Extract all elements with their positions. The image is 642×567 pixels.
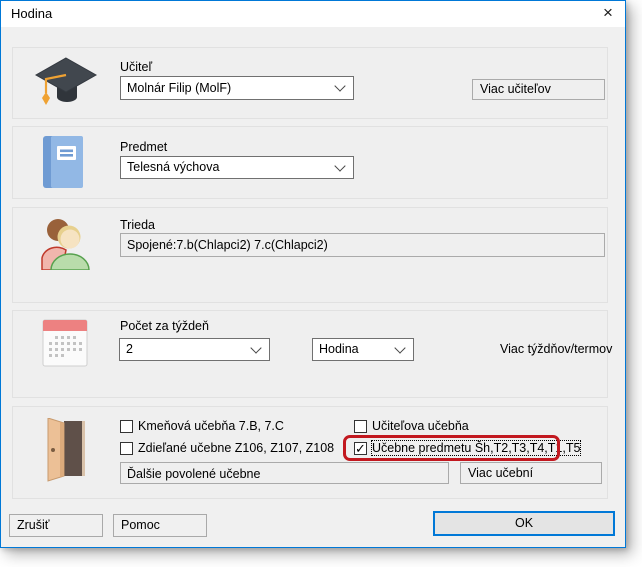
section-count: Počet za týždeň 2 Hodina Viac týždňov/te… bbox=[12, 310, 608, 398]
teacher-dropdown-value: Molnár Filip (MolF) bbox=[127, 77, 331, 99]
checkbox-ucitelova-ucebna[interactable]: Učiteľova učebňa bbox=[354, 419, 469, 433]
checkbox-ucebne-predmetu[interactable]: ✓ Učebne predmetu Šh,T2,T3,T4,T1,T5 bbox=[354, 441, 580, 455]
students-icon bbox=[39, 216, 91, 270]
teacher-label: Učiteľ bbox=[120, 60, 152, 74]
checkbox-box[interactable] bbox=[354, 420, 367, 433]
chevron-down-icon bbox=[334, 160, 345, 171]
checkbox-zdielane-ucebne[interactable]: Zdieľané učebne Z106, Z107, Z108 bbox=[120, 441, 334, 455]
book-icon bbox=[42, 135, 84, 189]
chevron-down-icon bbox=[250, 342, 261, 353]
class-field-value: Spojené:7.b(Chlapci2) 7.c(Chlapci2) bbox=[127, 234, 600, 256]
section-subject: Predmet Telesná výchova bbox=[12, 126, 608, 199]
teacher-dropdown[interactable]: Molnár Filip (MolF) bbox=[120, 76, 354, 100]
class-label: Trieda bbox=[120, 218, 155, 232]
graduation-cap-icon bbox=[33, 55, 99, 113]
checkbox-kmenova-ucebna[interactable]: Kmeňová učebňa 7.B, 7.C bbox=[120, 419, 284, 433]
ok-button[interactable]: OK bbox=[433, 511, 615, 536]
subject-label: Predmet bbox=[120, 140, 167, 154]
unit-dropdown[interactable]: Hodina bbox=[312, 338, 414, 361]
more-rooms-button[interactable]: Viac učební bbox=[460, 462, 602, 484]
count-label: Počet za týždeň bbox=[120, 319, 209, 333]
checkbox-box[interactable] bbox=[120, 420, 133, 433]
cancel-button[interactable]: Zrušiť bbox=[9, 514, 103, 537]
other-rooms-field[interactable]: Ďalšie povolené učebne bbox=[120, 462, 449, 484]
help-button[interactable]: Pomoc bbox=[113, 514, 207, 537]
subject-dropdown[interactable]: Telesná výchova bbox=[120, 156, 354, 179]
more-teachers-button[interactable]: Viac učiteľov bbox=[472, 79, 605, 100]
count-dropdown-value: 2 bbox=[126, 339, 247, 360]
more-weeks-terms-link[interactable]: Viac týždňov/termov bbox=[500, 342, 612, 356]
section-teacher: Učiteľ Molnár Filip (MolF) Viac učiteľov bbox=[12, 47, 608, 119]
hodina-dialog: Hodina × Učiteľ Molnár Filip (MolF) Viac… bbox=[0, 0, 626, 548]
checkbox-box[interactable]: ✓ bbox=[354, 442, 367, 455]
chevron-down-icon bbox=[334, 80, 345, 91]
class-field[interactable]: Spojené:7.b(Chlapci2) 7.c(Chlapci2) bbox=[120, 233, 605, 257]
close-icon[interactable]: × bbox=[591, 1, 625, 27]
subject-dropdown-value: Telesná výchova bbox=[127, 157, 331, 178]
checkbox-box[interactable] bbox=[120, 442, 133, 455]
unit-dropdown-value: Hodina bbox=[319, 339, 391, 360]
section-rooms: Kmeňová učebňa 7.B, 7.C Zdieľané učebne … bbox=[12, 406, 608, 499]
count-dropdown[interactable]: 2 bbox=[119, 338, 270, 361]
screen: Hodina × Učiteľ Molnár Filip (MolF) Viac… bbox=[0, 0, 642, 567]
chevron-down-icon bbox=[394, 342, 405, 353]
door-icon bbox=[44, 418, 88, 482]
titlebar[interactable]: Hodina × bbox=[1, 1, 625, 27]
section-class: Trieda Spojené:7.b(Chlapci2) 7.c(Chlapci… bbox=[12, 207, 608, 303]
calendar-icon bbox=[42, 319, 88, 367]
window-title: Hodina bbox=[11, 1, 52, 27]
